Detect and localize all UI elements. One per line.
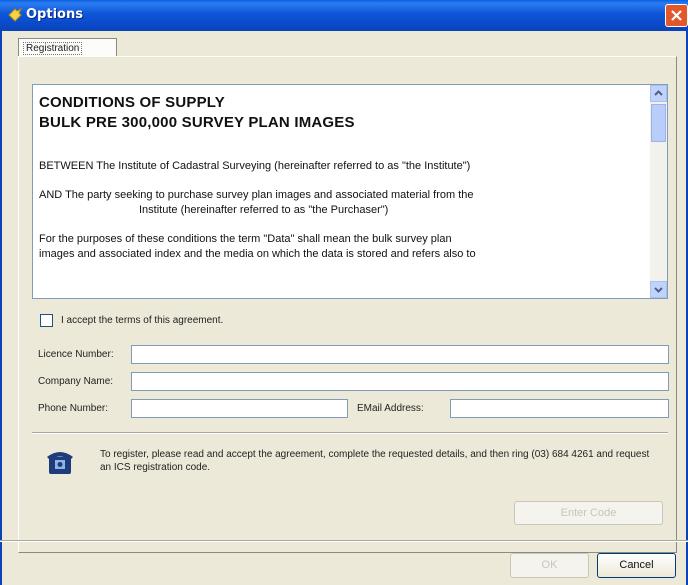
phone-number-label: Phone Number: (38, 403, 109, 414)
company-name-label: Company Name: (38, 376, 114, 387)
scroll-down-button[interactable] (650, 281, 667, 298)
accept-terms-label: I accept the terms of this agreement. (61, 315, 224, 327)
options-icon (8, 7, 23, 22)
accept-terms-checkbox[interactable] (40, 314, 53, 327)
scroll-thumb[interactable] (651, 104, 666, 142)
agreement-textbox[interactable]: CONDITIONS OF SUPPLY BULK PRE 300,000 SU… (32, 84, 668, 299)
agreement-and-line-2: Institute (hereinafter referred to as "t… (139, 204, 389, 216)
agreement-between: BETWEEN The Institute of Cadastral Surve… (39, 160, 471, 172)
agreement-and-line-1: AND The party seeking to purchase survey… (39, 189, 474, 201)
registration-instructions: To register, please read and accept the … (100, 449, 650, 473)
agreement-purposes-line-2: images and associated index and the medi… (39, 248, 476, 260)
company-name-field[interactable] (131, 372, 669, 391)
agreement-text: CONDITIONS OF SUPPLY BULK PRE 300,000 SU… (39, 93, 645, 262)
agreement-heading-2: BULK PRE 300,000 SURVEY PLAN IMAGES (39, 114, 355, 131)
ok-button[interactable]: OK (510, 553, 589, 578)
chevron-down-icon (654, 287, 663, 293)
agreement-heading-1: CONDITIONS OF SUPPLY (39, 94, 225, 111)
licence-number-field[interactable] (131, 345, 669, 364)
email-address-label: EMail Address: (357, 403, 424, 414)
footer-separator (0, 540, 688, 542)
enter-code-button[interactable]: Enter Code (514, 501, 663, 525)
accept-terms-row[interactable]: I accept the terms of this agreement. (40, 314, 223, 327)
email-address-field[interactable] (450, 399, 669, 418)
cancel-button[interactable]: Cancel (597, 553, 676, 578)
close-button[interactable] (665, 4, 688, 27)
window-title: Options (26, 7, 83, 22)
tab-registration[interactable]: Registration (18, 38, 117, 57)
chevron-up-icon (654, 90, 663, 96)
vertical-scrollbar[interactable] (650, 85, 667, 298)
close-icon (671, 10, 682, 21)
scroll-up-button[interactable] (650, 85, 667, 102)
tab-label: Registration (23, 42, 83, 55)
phone-number-field[interactable] (131, 399, 348, 418)
form-separator (32, 432, 668, 434)
telephone-icon (47, 452, 73, 474)
licence-number-label: Licence Number: (38, 349, 114, 360)
title-bar: Options (0, 0, 688, 31)
agreement-purposes-line-1: For the purposes of these conditions the… (39, 233, 452, 245)
